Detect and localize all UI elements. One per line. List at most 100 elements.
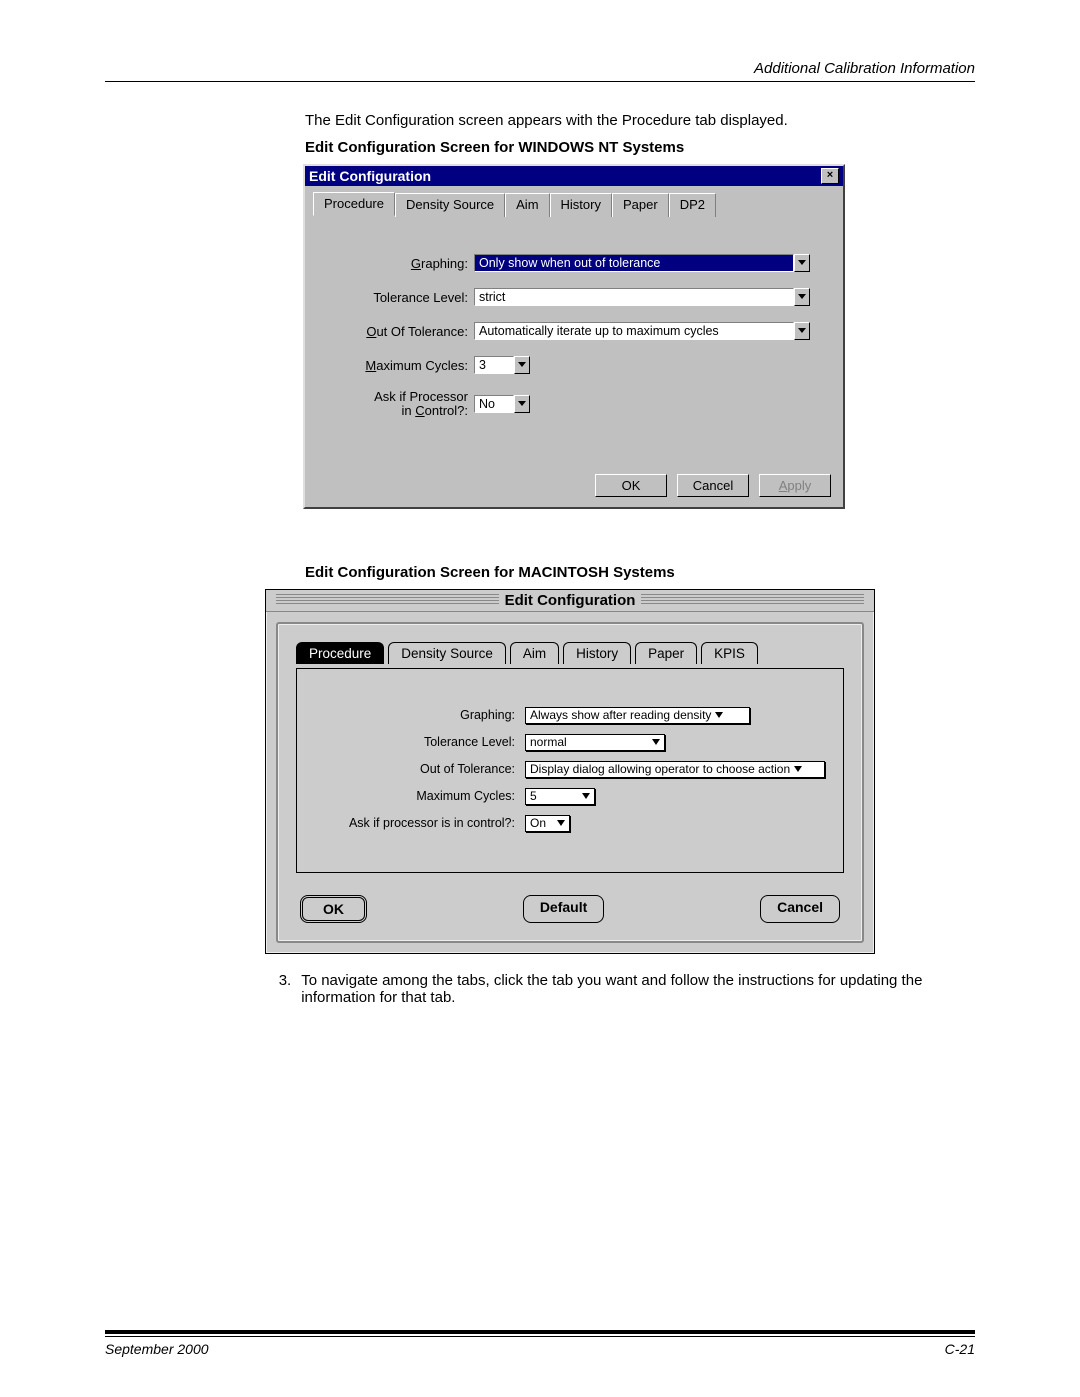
close-icon[interactable]: × — [821, 168, 839, 184]
mac-tab-panel: Graphing: Always show after reading dens… — [296, 668, 844, 873]
label-ask: Ask if processor is in control?: — [315, 816, 525, 830]
mac-button-row: OK Default Cancel — [296, 895, 844, 923]
chevron-down-icon[interactable] — [794, 288, 810, 306]
titlebar-lines-left — [276, 594, 499, 606]
label-tolerance: Tolerance Level: — [315, 735, 525, 749]
select-tolerance[interactable]: strict — [474, 288, 810, 306]
header-rule — [105, 81, 975, 82]
page-header: Additional Calibration Information — [105, 60, 975, 77]
select-ask-value: No — [474, 395, 514, 413]
chevron-down-icon — [652, 739, 660, 745]
chevron-down-icon — [582, 793, 590, 799]
row-ask: Ask if Processorin Control?: No — [313, 390, 835, 419]
intro-text: The Edit Configuration screen appears wi… — [305, 112, 975, 129]
select-ask-value: On — [525, 815, 570, 832]
label-tolerance: Tolerance Level: — [313, 290, 474, 305]
chevron-down-icon[interactable] — [794, 254, 810, 272]
select-graphing-value: Only show when out of tolerance — [474, 254, 794, 272]
tab-aim[interactable]: Aim — [505, 193, 549, 217]
tab-aim[interactable]: Aim — [510, 642, 559, 664]
win-button-row: OK Cancel Apply — [313, 474, 831, 497]
tab-paper[interactable]: Paper — [635, 642, 697, 664]
chevron-down-icon[interactable] — [514, 395, 530, 413]
tab-density-source[interactable]: Density Source — [395, 193, 505, 217]
step-3: 3. To navigate among the tabs, click the… — [267, 972, 975, 1006]
select-tolerance-value: strict — [474, 288, 794, 306]
row-max-cycles: Maximum Cycles: 5 — [315, 788, 825, 805]
win-titlebar: Edit Configuration × — [305, 166, 843, 186]
win-body: Procedure Density Source Aim History Pap… — [305, 186, 843, 507]
label-max-cycles: Maximum Cycles: — [315, 789, 525, 803]
chevron-down-icon — [557, 820, 565, 826]
page: Additional Calibration Information The E… — [0, 0, 1080, 1397]
select-tolerance[interactable]: normal — [525, 734, 665, 751]
mac-inner: Procedure Density Source Aim History Pap… — [276, 622, 864, 943]
row-tolerance: Tolerance Level: normal — [315, 734, 825, 751]
row-graphing: Graphing: Always show after reading dens… — [315, 707, 825, 724]
tab-kpis[interactable]: KPIS — [701, 642, 758, 664]
win-dialog: Edit Configuration × Procedure Density S… — [303, 164, 845, 509]
select-oot-value: Display dialog allowing operator to choo… — [525, 761, 825, 778]
label-ask: Ask if Processorin Control?: — [313, 390, 474, 419]
tab-procedure[interactable]: Procedure — [296, 642, 384, 664]
footer-rule-thin — [105, 1336, 975, 1337]
row-ask: Ask if processor is in control?: On — [315, 815, 825, 832]
select-out-of-tolerance[interactable]: Automatically iterate up to maximum cycl… — [474, 322, 810, 340]
default-button[interactable]: Default — [523, 895, 604, 923]
row-out-of-tolerance: Out Of Tolerance: Automatically iterate … — [313, 322, 835, 340]
select-max-cycles[interactable]: 5 — [525, 788, 595, 805]
select-graphing[interactable]: Always show after reading density — [525, 707, 750, 724]
cancel-button[interactable]: Cancel — [677, 474, 749, 497]
label-graphing: Graphing: — [313, 256, 474, 271]
ok-button[interactable]: OK — [300, 895, 367, 923]
footer-page-number: C-21 — [945, 1341, 975, 1357]
row-tolerance: Tolerance Level: strict — [313, 288, 835, 306]
win-title-text: Edit Configuration — [309, 168, 431, 184]
mac-title-text: Edit Configuration — [505, 592, 636, 609]
subhead-mac: Edit Configuration Screen for MACINTOSH … — [305, 564, 975, 581]
select-out-of-tolerance[interactable]: Display dialog allowing operator to choo… — [525, 761, 825, 778]
step-text: To navigate among the tabs, click the ta… — [301, 972, 975, 1006]
select-graphing-value: Always show after reading density — [525, 707, 750, 724]
mac-titlebar: Edit Configuration — [266, 590, 874, 612]
row-out-of-tolerance: Out of Tolerance: Display dialog allowin… — [315, 761, 825, 778]
chevron-down-icon — [715, 712, 723, 718]
ok-button[interactable]: OK — [595, 474, 667, 497]
subhead-windows: Edit Configuration Screen for WINDOWS NT… — [305, 139, 975, 156]
row-graphing: Graphing: Only show when out of toleranc… — [313, 254, 835, 272]
content: The Edit Configuration screen appears wi… — [305, 112, 975, 1006]
footer-rule-thick — [105, 1330, 975, 1334]
tab-history[interactable]: History — [563, 642, 631, 664]
select-maxcycles-value: 5 — [525, 788, 595, 805]
tab-dp2[interactable]: DP2 — [669, 193, 716, 217]
tab-history[interactable]: History — [550, 193, 612, 217]
mac-tabs: Procedure Density Source Aim History Pap… — [296, 642, 844, 664]
step-number: 3. — [267, 972, 301, 1006]
win-tabs: Procedure Density Source Aim History Pap… — [313, 192, 835, 216]
cancel-button[interactable]: Cancel — [760, 895, 840, 923]
select-ask[interactable]: No — [474, 395, 530, 413]
tab-density-source[interactable]: Density Source — [388, 642, 506, 664]
label-graphing: Graphing: — [315, 708, 525, 722]
tab-paper[interactable]: Paper — [612, 193, 669, 217]
page-footer: September 2000 C-21 — [105, 1330, 975, 1357]
chevron-down-icon[interactable] — [514, 356, 530, 374]
tab-procedure[interactable]: Procedure — [313, 192, 395, 216]
select-oot-value: Automatically iterate up to maximum cycl… — [474, 322, 794, 340]
footer-row: September 2000 C-21 — [105, 1341, 975, 1357]
label-out-of-tolerance: Out of Tolerance: — [315, 762, 525, 776]
select-ask[interactable]: On — [525, 815, 570, 832]
chevron-down-icon — [794, 766, 802, 772]
footer-date: September 2000 — [105, 1341, 209, 1357]
select-max-cycles[interactable]: 3 — [474, 356, 530, 374]
apply-button[interactable]: Apply — [759, 474, 831, 497]
titlebar-lines-right — [641, 594, 864, 606]
label-max-cycles: Maximum Cycles: — [313, 358, 474, 373]
select-tolerance-value: normal — [525, 734, 665, 751]
select-maxcycles-value: 3 — [474, 356, 514, 374]
mac-dialog: Edit Configuration Procedure Density Sou… — [265, 589, 875, 954]
select-graphing[interactable]: Only show when out of tolerance — [474, 254, 810, 272]
label-out-of-tolerance: Out Of Tolerance: — [313, 324, 474, 339]
row-max-cycles: Maximum Cycles: 3 — [313, 356, 835, 374]
chevron-down-icon[interactable] — [794, 322, 810, 340]
